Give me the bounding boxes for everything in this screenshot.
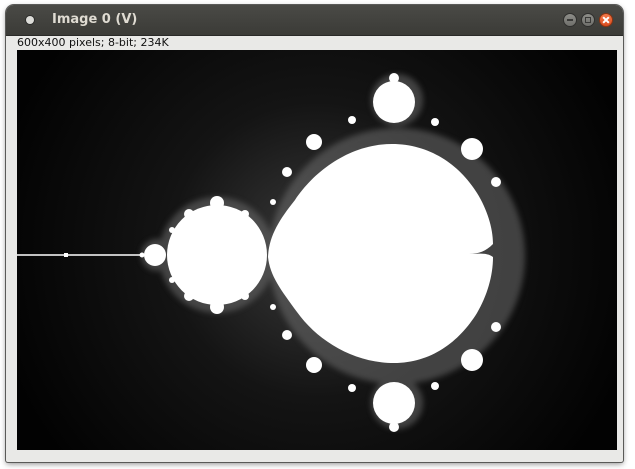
mandelbrot-image [17,50,617,450]
close-icon[interactable] [599,13,613,27]
maximize-icon[interactable] [581,13,595,27]
image-window: Image 0 (V) 600x400 pixels; 8-bit; 234K [6,5,623,462]
title-bar[interactable]: Image 0 (V) [6,5,623,36]
image-canvas[interactable] [17,50,617,450]
window-menu-icon[interactable] [26,16,34,24]
minimize-icon[interactable] [563,13,577,27]
window-title: Image 0 (V) [52,12,138,27]
image-info-line: 600x400 pixels; 8-bit; 234K [17,36,169,49]
